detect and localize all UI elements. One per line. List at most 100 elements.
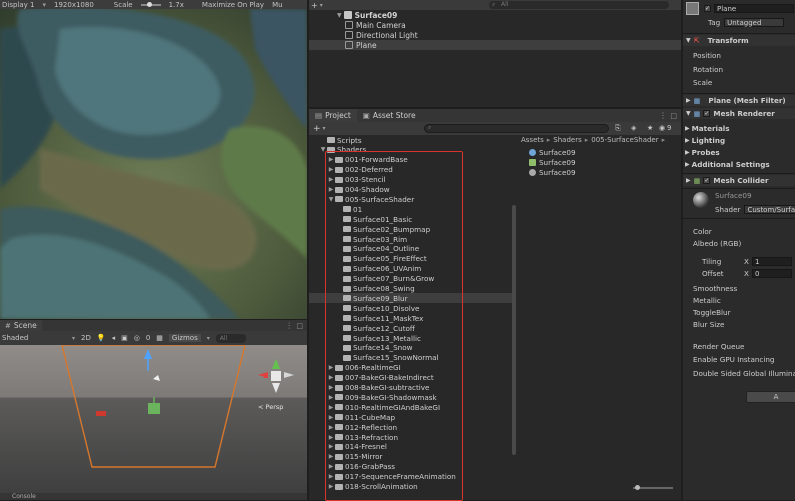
tree-item[interactable]: ▶ 010-RealtimeGIAndBakeGI	[309, 402, 514, 412]
rotation-row[interactable]: Rotation	[683, 64, 795, 75]
tree-item[interactable]: ▶ 007-BakeGI-BakeIndirect	[309, 373, 514, 383]
tree-scrollbar[interactable]	[512, 205, 516, 455]
materials-foldout[interactable]: ▶ Materials	[683, 123, 795, 134]
tab-project[interactable]: ▤ Project	[309, 109, 357, 122]
expanded-arrow-icon[interactable]: ▼	[319, 146, 327, 153]
collapsed-arrow-icon[interactable]: ▶	[327, 414, 335, 421]
tree-item[interactable]: ▶ 012-Reflection	[309, 422, 514, 432]
collapsed-arrow-icon[interactable]: ▶	[327, 156, 335, 163]
icon-size-slider[interactable]	[633, 485, 673, 490]
tree-item[interactable]: ▶ 002-Deferred	[309, 165, 514, 175]
tree-item[interactable]: Surface08_Swing	[309, 284, 514, 294]
audio-icon[interactable]: ◂	[112, 334, 116, 342]
blur-size-row[interactable]: Blur Size	[683, 319, 795, 330]
favorite-star-icon[interactable]: ★	[647, 124, 653, 132]
mesh-renderer-header[interactable]: ▼ ▦ ✓ Mesh Renderer	[683, 108, 795, 119]
scale-slider[interactable]	[140, 1, 161, 7]
light-bulb-icon[interactable]: 💡	[97, 334, 106, 342]
camera-settings-icon[interactable]: ▦	[156, 334, 163, 342]
tab-asset-store[interactable]: ▣ Asset Store	[357, 109, 422, 122]
collapsed-arrow-icon[interactable]: ▶	[327, 434, 335, 441]
metallic-row[interactable]: Metallic	[683, 295, 795, 306]
mode-2d-toggle[interactable]: 2D	[81, 334, 91, 342]
active-checkbox[interactable]: ✓	[704, 5, 711, 12]
collapsed-arrow-icon[interactable]: ▶	[327, 463, 335, 470]
double-sided-gi-row[interactable]: Double Sided Global Illuminatio	[683, 368, 795, 379]
color-row[interactable]: Color	[683, 226, 795, 237]
collapsed-arrow-icon[interactable]: ▶	[327, 186, 335, 193]
collapsed-arrow-icon[interactable]: ▶	[327, 166, 335, 173]
shading-mode-select[interactable]: Shaded	[2, 334, 66, 342]
maximize-on-play-toggle[interactable]: Maximize On Play	[202, 1, 264, 9]
collapsed-arrow-icon[interactable]: ▶	[327, 176, 335, 183]
collapsed-arrow-icon[interactable]: ▶	[327, 443, 335, 450]
asset-item[interactable]: Surface09	[529, 147, 576, 157]
tree-item[interactable]: Surface15_SnowNormal	[309, 353, 514, 363]
collapsed-arrow-icon[interactable]: ▶	[327, 404, 335, 411]
chevron-down-icon[interactable]: ▾	[320, 2, 323, 9]
hidden-objects-icon[interactable]: ◎	[134, 334, 140, 342]
collapsed-arrow-icon[interactable]: ▶	[327, 453, 335, 460]
additional-settings-foldout[interactable]: ▶ Additional Settings	[683, 159, 795, 170]
collapsed-arrow-icon[interactable]: ▶	[327, 473, 335, 480]
mute-audio-toggle[interactable]: Mu	[272, 1, 282, 9]
toggle-blur-row[interactable]: ToggleBlur	[683, 307, 795, 318]
asset-item[interactable]: Surface09	[529, 167, 576, 177]
tree-item[interactable]: 01	[309, 204, 514, 214]
gizmos-dropdown[interactable]: Gizmos	[168, 334, 201, 342]
tree-item[interactable]: Surface01_Basic	[309, 214, 514, 224]
project-folder-tree[interactable]: Scripts ▼ Shaders ▶ 001-ForwardBase ▶ 002-Defe…	[309, 135, 514, 500]
hierarchy-item-root[interactable]: ▼ Surface09	[309, 10, 681, 20]
more-options-icon[interactable]: ⋮	[659, 111, 667, 120]
tag-select[interactable]: Untagged	[724, 18, 785, 27]
tab-scene[interactable]: # Scene	[0, 320, 42, 331]
more-options-icon[interactable]: ⋮	[286, 321, 294, 330]
display-select[interactable]: Display 1	[2, 1, 34, 9]
tree-item[interactable]: ▶ 013-Refraction	[309, 432, 514, 442]
transform-header[interactable]: ▼ ⇱ Transform	[683, 35, 795, 46]
scene-viewport[interactable]: < Persp	[0, 345, 307, 493]
tree-item[interactable]: Surface07_Burn&Grow	[309, 274, 514, 284]
collapsed-arrow-icon[interactable]: ▶	[327, 374, 335, 381]
tree-item[interactable]: Surface03_Rim	[309, 234, 514, 244]
chevron-down-icon[interactable]: ▾	[323, 125, 326, 132]
mesh-renderer-enabled-checkbox[interactable]: ✓	[703, 110, 711, 117]
create-icon[interactable]: +	[313, 124, 321, 134]
add-icon[interactable]: +	[311, 1, 318, 10]
tab-console[interactable]: Console	[12, 493, 36, 500]
tree-item[interactable]: Surface04_Outline	[309, 244, 514, 254]
collapsed-arrow-icon[interactable]: ▶	[327, 384, 335, 391]
position-row[interactable]: Position	[683, 50, 795, 61]
filter-type-icon[interactable]: ◈	[631, 124, 636, 132]
maximize-icon[interactable]: □	[670, 112, 677, 120]
tree-item[interactable]: ▼ 005-SurfaceShader	[309, 194, 514, 204]
tree-item[interactable]: Surface11_MaskTex	[309, 313, 514, 323]
game-viewport[interactable]	[0, 9, 307, 319]
probes-foldout[interactable]: ▶ Probes	[683, 147, 795, 158]
tree-item[interactable]: ▶ 016-GrabPass	[309, 462, 514, 472]
collapsed-arrow-icon[interactable]: ▶	[327, 364, 335, 371]
lock-filter-icon[interactable]: ⎘	[615, 124, 621, 133]
tree-item[interactable]: Surface02_Bumpmap	[309, 224, 514, 234]
albedo-row[interactable]: Albedo (RGB)	[683, 238, 795, 249]
breadcrumb-item-shaders[interactable]: Shaders	[553, 136, 581, 144]
collapsed-arrow-icon[interactable]: ▶	[327, 483, 335, 490]
smoothness-row[interactable]: Smoothness	[683, 283, 795, 294]
tree-item[interactable]: ▶ 015-Mirror	[309, 452, 514, 462]
tree-item[interactable]: Surface13_Metallic	[309, 333, 514, 343]
tree-item[interactable]: ▶ 009-BakeGI-Shadowmask	[309, 392, 514, 402]
collapsed-arrow-icon[interactable]: ▶	[327, 424, 335, 431]
scale-row[interactable]: Scale	[683, 77, 795, 88]
collapsed-arrow-icon[interactable]: ▶	[327, 394, 335, 401]
expand-arrow-icon[interactable]: ▼	[337, 12, 342, 19]
effects-icon[interactable]: ▣	[121, 334, 128, 342]
hierarchy-item-plane[interactable]: Plane	[309, 40, 681, 50]
gpu-instancing-row[interactable]: Enable GPU Instancing	[683, 354, 795, 365]
mesh-collider-enabled-checkbox[interactable]: ✓	[703, 177, 711, 184]
tree-item[interactable]: ▶ 006-RealtimeGI	[309, 363, 514, 373]
object-name-field[interactable]: Plane	[714, 4, 794, 13]
expanded-arrow-icon[interactable]: ▼	[327, 196, 335, 203]
hierarchy-item-directional-light[interactable]: Directional Light	[309, 30, 681, 40]
shader-select[interactable]: Custom/Surfa	[744, 205, 795, 214]
lighting-foldout[interactable]: ▶ Lighting	[683, 135, 795, 146]
